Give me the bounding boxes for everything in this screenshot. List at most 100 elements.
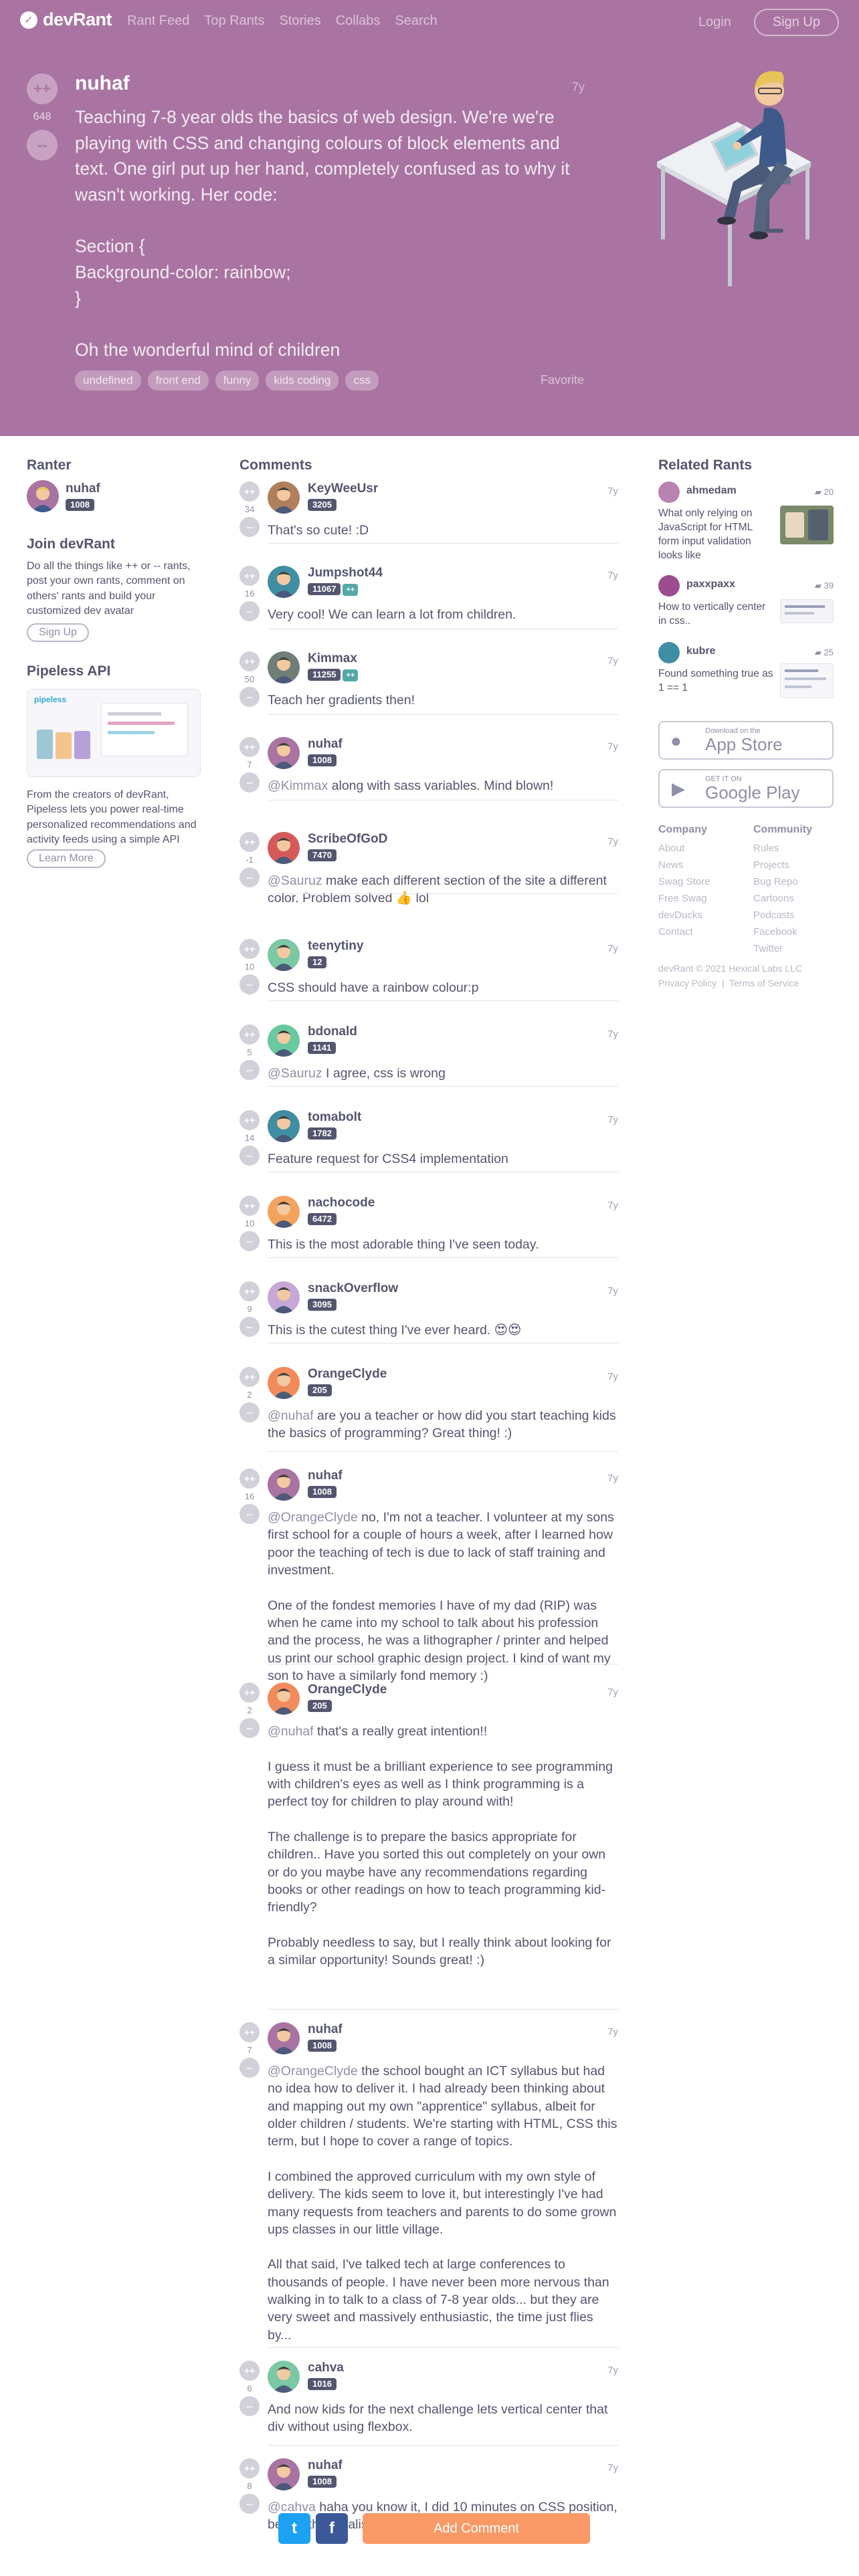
comment-upvote-button[interactable]: ++: [240, 651, 260, 671]
nav-search[interactable]: Search: [395, 13, 437, 29]
comment-downvote-button[interactable]: --: [240, 1402, 260, 1422]
nav-rant-feed[interactable]: Rant Feed: [127, 13, 189, 29]
app-store-button[interactable]: ● Download on the App Store: [658, 721, 834, 760]
avatar[interactable]: [268, 832, 300, 864]
mention-link[interactable]: @Kimmax: [268, 778, 328, 793]
comment-user[interactable]: bdonald: [308, 1025, 357, 1039]
avatar[interactable]: [268, 651, 300, 683]
google-play-button[interactable]: ▶ GET IT ON Google Play: [658, 769, 834, 808]
comment-downvote-button[interactable]: --: [240, 687, 260, 707]
comment-upvote-button[interactable]: ++: [240, 1281, 260, 1301]
comment-upvote-button[interactable]: ++: [240, 832, 260, 852]
comment-upvote-button[interactable]: ++: [240, 2361, 260, 2381]
related-user[interactable]: paxxpaxx: [686, 578, 735, 591]
mention-link[interactable]: @nuhaf: [268, 1724, 314, 1739]
avatar[interactable]: [268, 737, 300, 769]
comment-downvote-button[interactable]: --: [240, 772, 260, 792]
avatar[interactable]: [27, 480, 59, 512]
comment-downvote-button[interactable]: --: [240, 2494, 260, 2514]
terms-link[interactable]: Terms of Service: [729, 978, 799, 988]
comment-user[interactable]: nuhaf: [308, 1469, 343, 1483]
avatar[interactable]: [268, 2458, 300, 2490]
downvote-button[interactable]: --: [27, 130, 58, 160]
tag[interactable]: front end: [147, 370, 209, 391]
ranter-name[interactable]: nuhaf: [66, 481, 100, 496]
avatar[interactable]: [268, 1367, 300, 1399]
comment-downvote-button[interactable]: --: [240, 1060, 260, 1080]
comment-user[interactable]: cahva: [308, 2361, 344, 2375]
avatar[interactable]: [268, 2361, 300, 2393]
comment-user[interactable]: teenytiny: [308, 939, 363, 954]
comment-user[interactable]: Jumpshot44: [308, 566, 383, 580]
privacy-link[interactable]: Privacy Policy: [658, 978, 717, 988]
comment-downvote-button[interactable]: --: [240, 517, 260, 537]
comment-user[interactable]: tomabolt: [308, 1110, 361, 1125]
comment-upvote-button[interactable]: ++: [240, 1367, 260, 1387]
footer-link[interactable]: Cartoons: [753, 890, 798, 907]
avatar[interactable]: [268, 1683, 300, 1715]
footer-link[interactable]: Contact: [658, 924, 710, 940]
facebook-share-button[interactable]: f: [316, 2513, 348, 2544]
related-image[interactable]: [780, 506, 834, 544]
footer-link[interactable]: Rules: [753, 840, 798, 857]
learn-more-button[interactable]: Learn More: [27, 849, 106, 868]
related-text[interactable]: What only relying on JavaScript for HTML…: [658, 507, 775, 563]
comment-upvote-button[interactable]: ++: [240, 737, 260, 757]
related-text[interactable]: How to vertically center in css..: [658, 601, 775, 629]
add-comment-button[interactable]: Add Comment: [363, 2513, 590, 2544]
mention-link[interactable]: @Sauruz: [268, 873, 322, 888]
avatar[interactable]: [268, 1025, 300, 1057]
comment-downvote-button[interactable]: --: [240, 1718, 260, 1738]
related-user[interactable]: kubre: [686, 645, 716, 657]
mention-link[interactable]: @cahva: [268, 2500, 316, 2514]
footer-link[interactable]: About: [658, 840, 710, 857]
comment-user[interactable]: KeyWeeUsr: [308, 481, 378, 496]
comment-user[interactable]: snackOverflow: [308, 1281, 398, 1296]
comment-upvote-button[interactable]: ++: [240, 566, 260, 586]
mention-link[interactable]: @OrangeClyde: [268, 2064, 358, 2078]
footer-link[interactable]: News: [658, 857, 710, 873]
sidebar-signup-button[interactable]: Sign Up: [27, 623, 89, 642]
favorite-button[interactable]: Favorite: [541, 373, 584, 387]
nav-collabs[interactable]: Collabs: [336, 13, 381, 29]
comment-upvote-button[interactable]: ++: [240, 939, 260, 959]
footer-link[interactable]: Swag Store: [658, 873, 710, 890]
mention-link[interactable]: @OrangeClyde: [268, 1510, 358, 1525]
related-image[interactable]: [780, 663, 834, 698]
comment-upvote-button[interactable]: ++: [240, 1110, 260, 1130]
comment-downvote-button[interactable]: --: [240, 867, 260, 887]
tag[interactable]: kids coding: [266, 370, 339, 391]
nav-stories[interactable]: Stories: [279, 13, 320, 29]
avatar[interactable]: [268, 481, 300, 514]
avatar[interactable]: [268, 1469, 300, 1501]
nav-top-rants[interactable]: Top Rants: [204, 13, 264, 29]
comment-upvote-button[interactable]: ++: [240, 1196, 260, 1216]
related-text[interactable]: Found something true as 1 == 1: [658, 667, 775, 695]
mention-link[interactable]: @nuhaf: [268, 1408, 314, 1423]
footer-link[interactable]: Facebook: [753, 924, 798, 940]
comment-downvote-button[interactable]: --: [240, 1146, 260, 1166]
comment-user[interactable]: nachocode: [308, 1196, 375, 1210]
mention-link[interactable]: @Sauruz: [268, 1066, 322, 1081]
comment-user[interactable]: ScribeOfGoD: [308, 832, 387, 847]
avatar[interactable]: [268, 1110, 300, 1142]
avatar[interactable]: [268, 2022, 300, 2054]
comment-user[interactable]: OrangeClyde: [308, 1683, 387, 1697]
comment-user[interactable]: Kimmax: [308, 651, 357, 666]
tag[interactable]: undefined: [75, 370, 141, 391]
footer-link[interactable]: Podcasts: [753, 907, 798, 924]
comment-downvote-button[interactable]: --: [240, 2058, 260, 2078]
comment-upvote-button[interactable]: ++: [240, 2022, 260, 2042]
comment-user[interactable]: nuhaf: [308, 2022, 343, 2037]
comment-downvote-button[interactable]: --: [240, 601, 260, 621]
footer-link[interactable]: Twitter: [753, 940, 798, 957]
footer-link[interactable]: Free Swag: [658, 890, 710, 907]
comment-upvote-button[interactable]: ++: [240, 1683, 260, 1703]
devrant-logo[interactable]: ✓ devRant: [20, 9, 112, 30]
related-user[interactable]: ahmedam: [686, 485, 737, 497]
footer-link[interactable]: Projects: [753, 857, 798, 873]
pipeless-preview-image[interactable]: pipeless: [27, 689, 201, 777]
comment-user[interactable]: nuhaf: [308, 737, 343, 752]
comment-downvote-button[interactable]: --: [240, 2396, 260, 2416]
comment-upvote-button[interactable]: ++: [240, 481, 260, 502]
